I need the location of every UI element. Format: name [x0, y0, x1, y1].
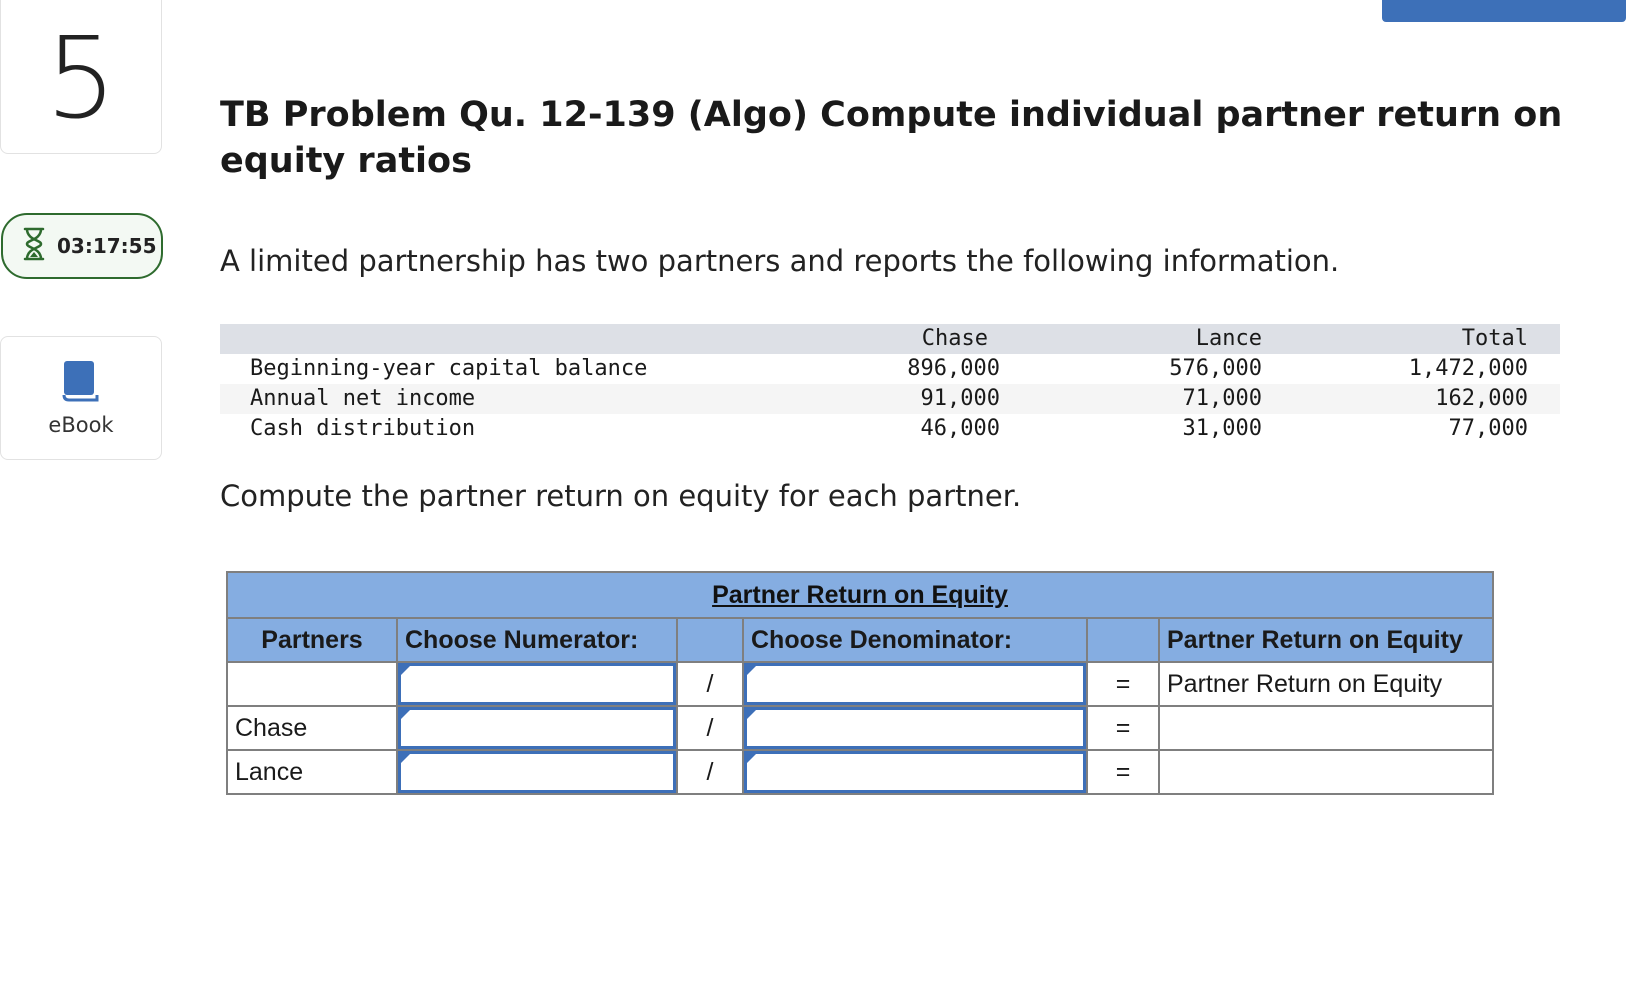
denominator-select[interactable] [744, 663, 1086, 705]
info-cell: 31,000 [1182, 416, 1262, 441]
check-my-work-button[interactable] [1382, 0, 1626, 22]
question-intro: A limited partnership has two partners a… [220, 244, 1340, 278]
question-title: TB Problem Qu. 12-139 (Algo) Compute ind… [220, 95, 1563, 181]
ebook-button[interactable]: eBook [0, 336, 162, 460]
question-number-card: 5 [0, 0, 162, 154]
info-row-label: Annual net income [250, 386, 476, 411]
numerator-select[interactable] [398, 707, 676, 749]
dropdown-indicator-icon [400, 753, 411, 764]
info-row-label: Cash distribution [250, 416, 476, 441]
divide-sign: / [676, 661, 744, 707]
divide-sign: / [676, 705, 744, 751]
table-row: / = Partner Return on Equity [226, 661, 1495, 707]
dropdown-indicator-icon [400, 709, 411, 720]
info-cell: 77,000 [1448, 416, 1528, 441]
table-row: Chase / = [226, 705, 1495, 751]
info-cell: 71,000 [1182, 386, 1262, 411]
result-header: Partner Return on Equity [1157, 617, 1495, 663]
partner-name [226, 661, 398, 707]
timer[interactable]: 03:17:55 [1, 213, 163, 279]
answer-table-title-cell: Partner Return on Equity [225, 571, 1495, 619]
dropdown-indicator-icon [746, 665, 757, 676]
info-cell: 162,000 [1435, 386, 1528, 411]
info-table-header: Chase Lance Total [220, 324, 1560, 354]
info-cell: 896,000 [907, 356, 1000, 381]
info-row: Beginning-year capital balance 896,000 5… [220, 354, 1560, 384]
partner-name: Chase [226, 705, 398, 751]
numerator-select[interactable] [398, 751, 676, 793]
divide-sign: / [676, 749, 744, 795]
dropdown-indicator-icon [400, 665, 411, 676]
question-prompt: Compute the partner return on equity for… [220, 479, 1022, 513]
info-header-chase: Chase [921, 326, 988, 351]
answer-table: Partner Return on Equity Partners Choose… [225, 571, 1495, 795]
question-number: 5 [45, 14, 117, 144]
equals-sign: = [1086, 661, 1160, 707]
info-cell: 46,000 [920, 416, 1000, 441]
info-header-total: Total [1461, 326, 1528, 351]
numerator-select[interactable] [398, 663, 676, 705]
dropdown-indicator-icon [746, 753, 757, 764]
equals-sign: = [1086, 705, 1160, 751]
result-cell[interactable] [1157, 749, 1495, 795]
ebook-label: eBook [48, 413, 114, 437]
info-cell: 576,000 [1169, 356, 1262, 381]
answer-table-title: Partner Return on Equity [712, 580, 1008, 609]
denominator-select[interactable] [744, 751, 1086, 793]
hourglass-icon [21, 226, 47, 266]
result-cell[interactable] [1157, 705, 1495, 751]
info-row: Cash distribution 46,000 31,000 77,000 [220, 414, 1560, 444]
info-cell: 91,000 [920, 386, 1000, 411]
info-header-lance: Lance [1195, 326, 1262, 351]
denominator-select[interactable] [744, 707, 1086, 749]
dropdown-indicator-icon [746, 709, 757, 720]
info-row: Annual net income 91,000 71,000 162,000 [220, 384, 1560, 414]
partner-name: Lance [226, 749, 398, 795]
result-cell: Partner Return on Equity [1157, 661, 1495, 707]
info-cell: 1,472,000 [1408, 356, 1528, 381]
equals-sign: = [1086, 749, 1160, 795]
partners-header: Partners [226, 617, 398, 663]
book-icon [61, 359, 101, 407]
numerator-header: Choose Numerator: [396, 617, 678, 663]
timer-text: 03:17:55 [57, 234, 157, 258]
info-row-label: Beginning-year capital balance [250, 356, 648, 381]
denominator-header: Choose Denominator: [742, 617, 1088, 663]
info-table: Chase Lance Total Beginning-year capital… [220, 324, 1560, 444]
table-row: Lance / = [226, 749, 1495, 795]
